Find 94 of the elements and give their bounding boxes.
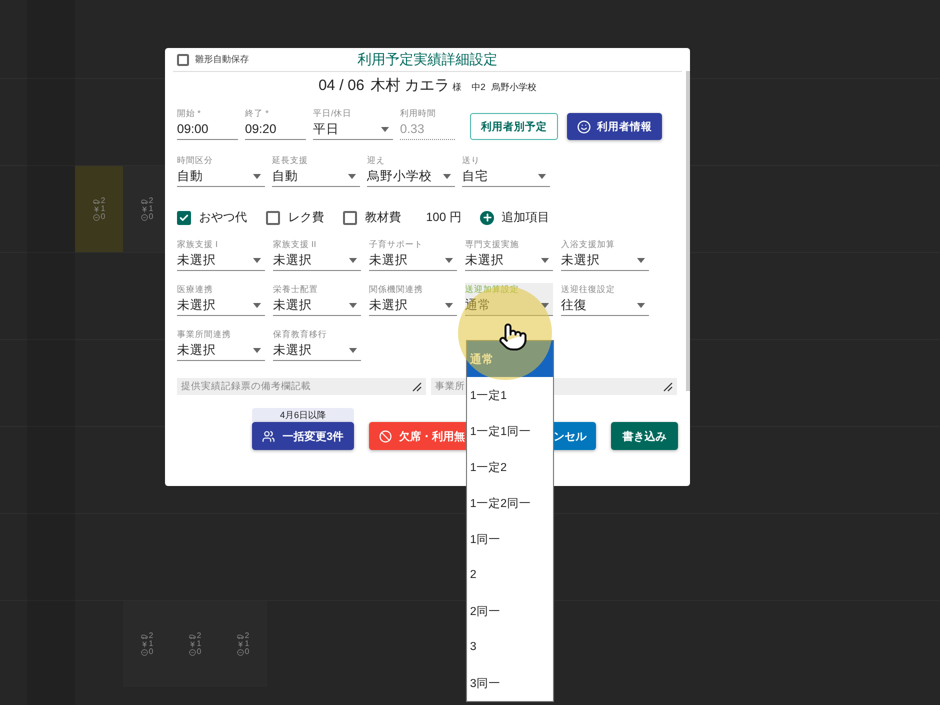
checkbox-label: レク費: [288, 209, 324, 226]
count-text: 2: [100, 197, 106, 205]
minus-icon: [92, 214, 100, 220]
car-icon: [188, 632, 196, 640]
date-text: 04 / 06: [318, 77, 364, 94]
time-field[interactable]: 終了 * 09:20: [245, 107, 306, 140]
caret-icon: [253, 348, 261, 353]
yen-icon: [236, 640, 244, 648]
checkbox-label: 教材費: [365, 209, 401, 226]
select-field[interactable]: 保育教育移行 未選択: [273, 328, 361, 361]
caret-icon: [445, 303, 453, 308]
resize-icon: [412, 382, 422, 392]
select-field[interactable]: 送り 自宅: [462, 154, 550, 187]
caret-icon: [253, 174, 261, 179]
checkbox[interactable]: [177, 54, 189, 66]
yen-icon: [188, 640, 196, 648]
count-text: 0: [196, 648, 202, 656]
count-text: 2: [244, 632, 250, 640]
select-field[interactable]: 家族支援 I 未選択: [177, 238, 265, 271]
car-icon: [140, 198, 148, 204]
school-text: 烏野小学校: [492, 81, 537, 94]
select-field[interactable]: 延長支援 自動: [272, 154, 360, 187]
count-text: 0: [100, 213, 106, 221]
dialog-title: 利用予定実績詳細設定: [358, 50, 498, 68]
honorific-text: 様: [452, 81, 462, 94]
select-field[interactable]: 入浴支援加算 未選択: [561, 238, 649, 271]
count-text: 0: [148, 213, 154, 221]
minus-icon: [236, 648, 244, 656]
car-icon: [140, 632, 148, 640]
yen-icon: [140, 206, 148, 212]
caret-icon: [253, 303, 261, 308]
time-field[interactable]: 開始 * 09:00: [177, 107, 238, 140]
caret-icon: [445, 258, 453, 263]
select-field[interactable]: 時間区分 自動: [177, 154, 265, 187]
caret-icon: [349, 348, 357, 353]
car-icon: [92, 198, 100, 204]
caret-icon: [349, 303, 357, 308]
checkbox[interactable]: [177, 210, 191, 224]
select-field[interactable]: 医療連携 未選択: [177, 283, 265, 316]
minus-icon: [188, 648, 196, 656]
caret-icon: [538, 174, 546, 179]
count-text: 1: [100, 205, 106, 213]
caret-icon: [349, 258, 357, 263]
date-caption: 4月6日以降: [252, 408, 354, 422]
yen-icon: [92, 206, 100, 212]
checkbox[interactable]: [266, 210, 280, 224]
count-text: 1: [196, 640, 202, 648]
smile-icon: [577, 120, 591, 134]
select-field[interactable]: 迎え 烏野小学校: [367, 154, 455, 187]
write-button[interactable]: 書き込み: [611, 422, 678, 450]
select-field[interactable]: 家族支援 II 未選択: [273, 238, 361, 271]
caret-icon: [348, 174, 356, 179]
caret-icon: [637, 258, 645, 263]
grade-text: 中2: [472, 81, 486, 94]
checkbox-label: おやつ代: [199, 209, 247, 226]
select-field[interactable]: 栄養士配置 未選択: [273, 283, 361, 316]
count-text: 2: [148, 632, 154, 640]
select-field[interactable]: 送迎往復設定 往復: [561, 283, 649, 316]
select-field[interactable]: 専門支援実施 未選択: [465, 238, 553, 271]
caret-icon: [637, 303, 645, 308]
resize-icon: [663, 382, 673, 392]
count-text: 2: [196, 632, 202, 640]
caret-icon: [253, 258, 261, 263]
minus-icon: [140, 648, 148, 656]
count-text: 1: [148, 205, 154, 213]
users-icon: [262, 430, 276, 442]
amount-text: 100 円: [426, 209, 462, 226]
select-field[interactable]: 関係機関連携 未選択: [369, 283, 457, 316]
checkbox[interactable]: [343, 210, 357, 224]
caret-icon: [381, 127, 389, 132]
yen-icon: [140, 640, 148, 648]
schedule-button[interactable]: 利用者別予定: [470, 113, 558, 140]
count-text: 1: [244, 640, 250, 648]
ban-icon: [379, 430, 392, 442]
car-icon: [236, 632, 244, 640]
caret-icon: [443, 174, 451, 179]
count-text: 0: [148, 648, 154, 656]
select-field[interactable]: 平日/休日 平日: [313, 107, 393, 140]
count-text: 2: [148, 197, 154, 205]
select-field[interactable]: 子育サポート 未選択: [369, 238, 457, 271]
user-info-button[interactable]: 利用者情報: [567, 113, 662, 140]
user-name: 木村 カエラ: [370, 76, 450, 95]
count-text: 0: [244, 648, 250, 656]
minus-icon: [140, 214, 148, 220]
plus-icon: [480, 210, 494, 224]
select-field[interactable]: 事業所間連携 未選択: [177, 328, 265, 361]
caret-icon: [541, 303, 549, 308]
checkbox-label: 雛形自動保存: [195, 53, 249, 66]
bulk-change-button[interactable]: 一括変更3件: [252, 422, 354, 450]
readonly-field: 利用時間 0.33: [400, 107, 455, 140]
count-text: 1: [148, 640, 154, 648]
caret-icon: [541, 258, 549, 263]
add-item-button[interactable]: 追加項目: [480, 209, 550, 226]
check-icon: [179, 212, 189, 222]
